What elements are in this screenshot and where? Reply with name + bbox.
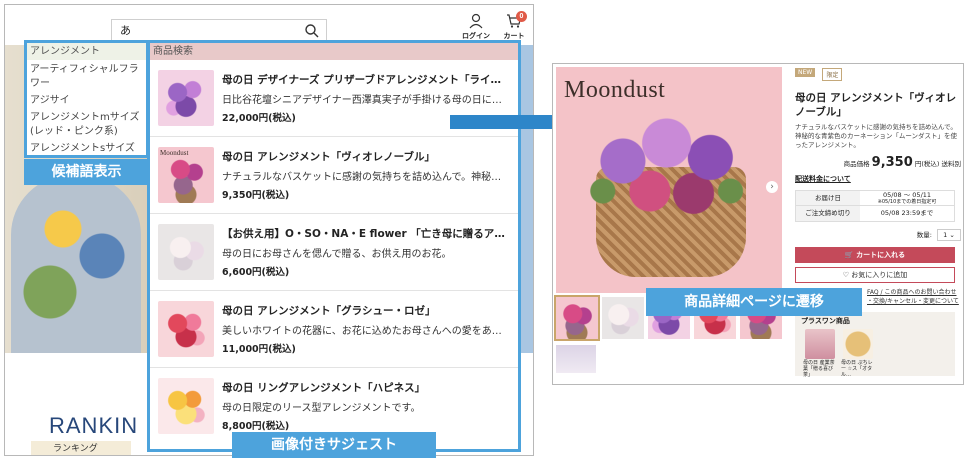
product-suggestion-item[interactable]: Moondust 母の日 アレンジメント「ヴィオレノーブル」 ナチュラルなバスケ… [150,137,518,214]
quantity-label: 数量: [916,231,932,239]
limited-badge: 限定 [822,68,843,81]
product-suggestion-item[interactable]: 【お供え用】O・SO・NA・E flower 「亡き母に贈るアレンジ… 母の日に… [150,214,518,291]
exchange-link[interactable]: ・交換/キャンセル・変更について [867,297,961,306]
product-title: 母の日 アレンジメント「ヴィオレノーブル」 [795,92,957,118]
plus-one-items: 母の日 産業茶葉「贈る喜び茶」 母の日 ぷちレー ☆ス「オタル… [801,326,949,378]
candidate-callout-label: 候補語表示 [24,159,149,185]
product-price: 商品価格 9,350 円(税込) 送料別 [795,155,961,170]
thumbnail-brand-text: Moondust [160,149,189,157]
add-to-cart-label: カートに入れる [856,251,906,259]
plus-one-title: プラスワン商品 [801,317,850,325]
plus-one-section: プラスワン商品 母の日 産業茶葉「贈る喜び茶」 母の日 ぷちレー ☆ス「オタル… [795,312,955,378]
product-description: 母の日限定のリース型アレンジメントです。 [222,403,421,414]
cart-icon: 🛒 [844,251,854,259]
product-description: 母の日にお母さんを偲んで贈る、お供え用のお花。 [222,249,452,260]
product-thumbnail: Moondust [158,147,214,203]
flowers-image [586,107,754,227]
faq-link[interactable]: FAQ / この商品へのお問い合わせ [867,288,961,297]
next-image-icon[interactable]: › [766,181,778,193]
price-value: 9,350 [871,155,913,170]
product-title: 母の日 リングアレンジメント「ハピネス」 [222,382,426,394]
product-price: 11,000円(税込) [222,344,296,355]
order-deadline-label: ご注文締め切り [796,206,860,221]
price-suffix: 円(税込) 送料別 [914,160,961,168]
product-suggestion-item[interactable]: 母の日 アレンジメント「グラシュー・ロゼ」 美しいホワイトの花器に、お花に込めた… [150,291,518,368]
product-detail-screenshot: Moondust › NEW 限定 母の日 アレンジメント「ヴィオレノーブル」 … [552,63,964,385]
add-to-favorites-button[interactable]: ♡ お気に入りに追加 [795,267,955,283]
candidate-item-4[interactable]: アレンジメントsサイズ [27,139,146,156]
product-thumbnail [158,224,214,280]
delivery-date-row: お届け日 05/08 〜 05/11 ※05/10までの着日指定可 [796,191,954,206]
product-price: 9,350円(税込) [222,190,290,201]
heart-icon: ♡ [842,271,850,279]
order-deadline-value: 05/08 23:59まで [880,209,934,217]
brand-logo-text: Moondust [564,77,666,103]
product-info: NEW 限定 母の日 アレンジメント「ヴィオレノーブル」 ナチュラルなバスケット… [795,68,961,378]
ranking-subtitle: ランキング [31,441,131,455]
product-title: 母の日 アレンジメント「グラシュー・ロゼ」 [222,305,436,317]
price-prefix: 商品価格 [843,160,870,168]
product-thumbnail [158,70,214,126]
delivery-table: お届け日 05/08 〜 05/11 ※05/10までの着日指定可 ご注文締め切… [795,190,955,222]
product-title: 母の日 アレンジメント「ヴィオレノーブル」 [222,151,436,163]
candidate-item-3[interactable]: アレンジメントmサイズ(レッド・ピンク系) [27,108,146,139]
product-search-header: 商品検索 [150,43,518,60]
new-badge: NEW [795,68,816,77]
user-icon [469,13,483,29]
login-button[interactable]: ログイン [459,13,493,41]
add-to-cart-button[interactable]: 🛒 カートに入れる [795,247,955,263]
plus-one-item-caption: 母の日 産業茶葉「贈る喜び茶」 [803,360,835,378]
product-description: ナチュラルなバスケットに感謝の気持ちを詰め込んで。神秘的な青紫色のカーネーション… [795,123,958,149]
thumbnail-image[interactable] [556,345,596,373]
product-thumbnail [158,378,214,434]
quantity-selector: 数量: 1 ⌄ [795,229,961,241]
thumbnail-image[interactable] [602,297,644,339]
quantity-value: 1 [943,231,948,239]
product-price: 22,000円(税込) [222,113,296,124]
plus-one-item-caption: 母の日 ぷちレー ☆ス「オタル… [841,360,873,378]
product-description: 美しいホワイトの花器に、お花に込めたお母さんへの愛をあふ… [222,326,510,337]
plus-one-item-image[interactable] [805,329,835,359]
candidate-item-1[interactable]: アーティフィシャルフラワー [27,60,146,91]
site-header: あ ログイン 0 カート [5,5,533,45]
product-suggestion-list: 商品検索 母の日 デザイナーズ プリザーブドアレンジメント「ライラッ… 日比谷花… [147,40,521,452]
delivery-date-value: 05/08 〜 05/11 ※05/10までの着日指定可 [860,191,954,206]
order-deadline-row: ご注文締め切り 05/08 23:59まで [796,206,954,221]
plus-one-item-image[interactable] [843,329,873,359]
cart-button[interactable]: 0 カート [499,11,529,41]
add-to-favorites-label: お気に入りに追加 [851,271,908,279]
candidate-item-0[interactable]: アレンジメント [27,43,146,60]
hero-edge-image [519,45,533,353]
product-description: ナチュラルなバスケットに感謝の気持ちを詰め込んで。神秘的… [222,172,510,183]
detail-page-callout-label: 商品詳細ページに遷移 [646,288,862,316]
candidate-suggestion-list: アレンジメント アーティフィシャルフラワー アジサイ アレンジメントmサイズ(レ… [24,40,149,158]
product-price: 8,800円(税込) [222,421,290,432]
delivery-date-range: 05/08 〜 05/11 [882,191,932,199]
search-input-value: あ [120,24,131,37]
quantity-select[interactable]: 1 ⌄ [937,229,961,241]
product-thumbnail [158,301,214,357]
image-suggest-callout-label: 画像付きサジェスト [232,432,436,458]
search-icon[interactable] [304,23,320,39]
ranking-title: RANKIN [49,413,139,438]
product-title: 【お供え用】O・SO・NA・E flower 「亡き母に贈るアレンジ… [222,228,510,240]
product-main-image: Moondust › [556,67,782,293]
thumbnail-image[interactable] [554,295,600,341]
product-price: 6,600円(税込) [222,267,290,278]
shipping-fee-link[interactable]: 配送料金について [795,174,961,184]
product-title: 母の日 デザイナーズ プリザーブドアレンジメント「ライラッ… [222,74,510,86]
delivery-date-note: ※05/10までの着日指定可 [877,199,937,205]
delivery-date-label: お届け日 [796,191,860,205]
candidate-item-2[interactable]: アジサイ [27,91,146,108]
hero-bouquet-image [11,175,141,353]
cart-count-badge: 0 [516,11,527,22]
